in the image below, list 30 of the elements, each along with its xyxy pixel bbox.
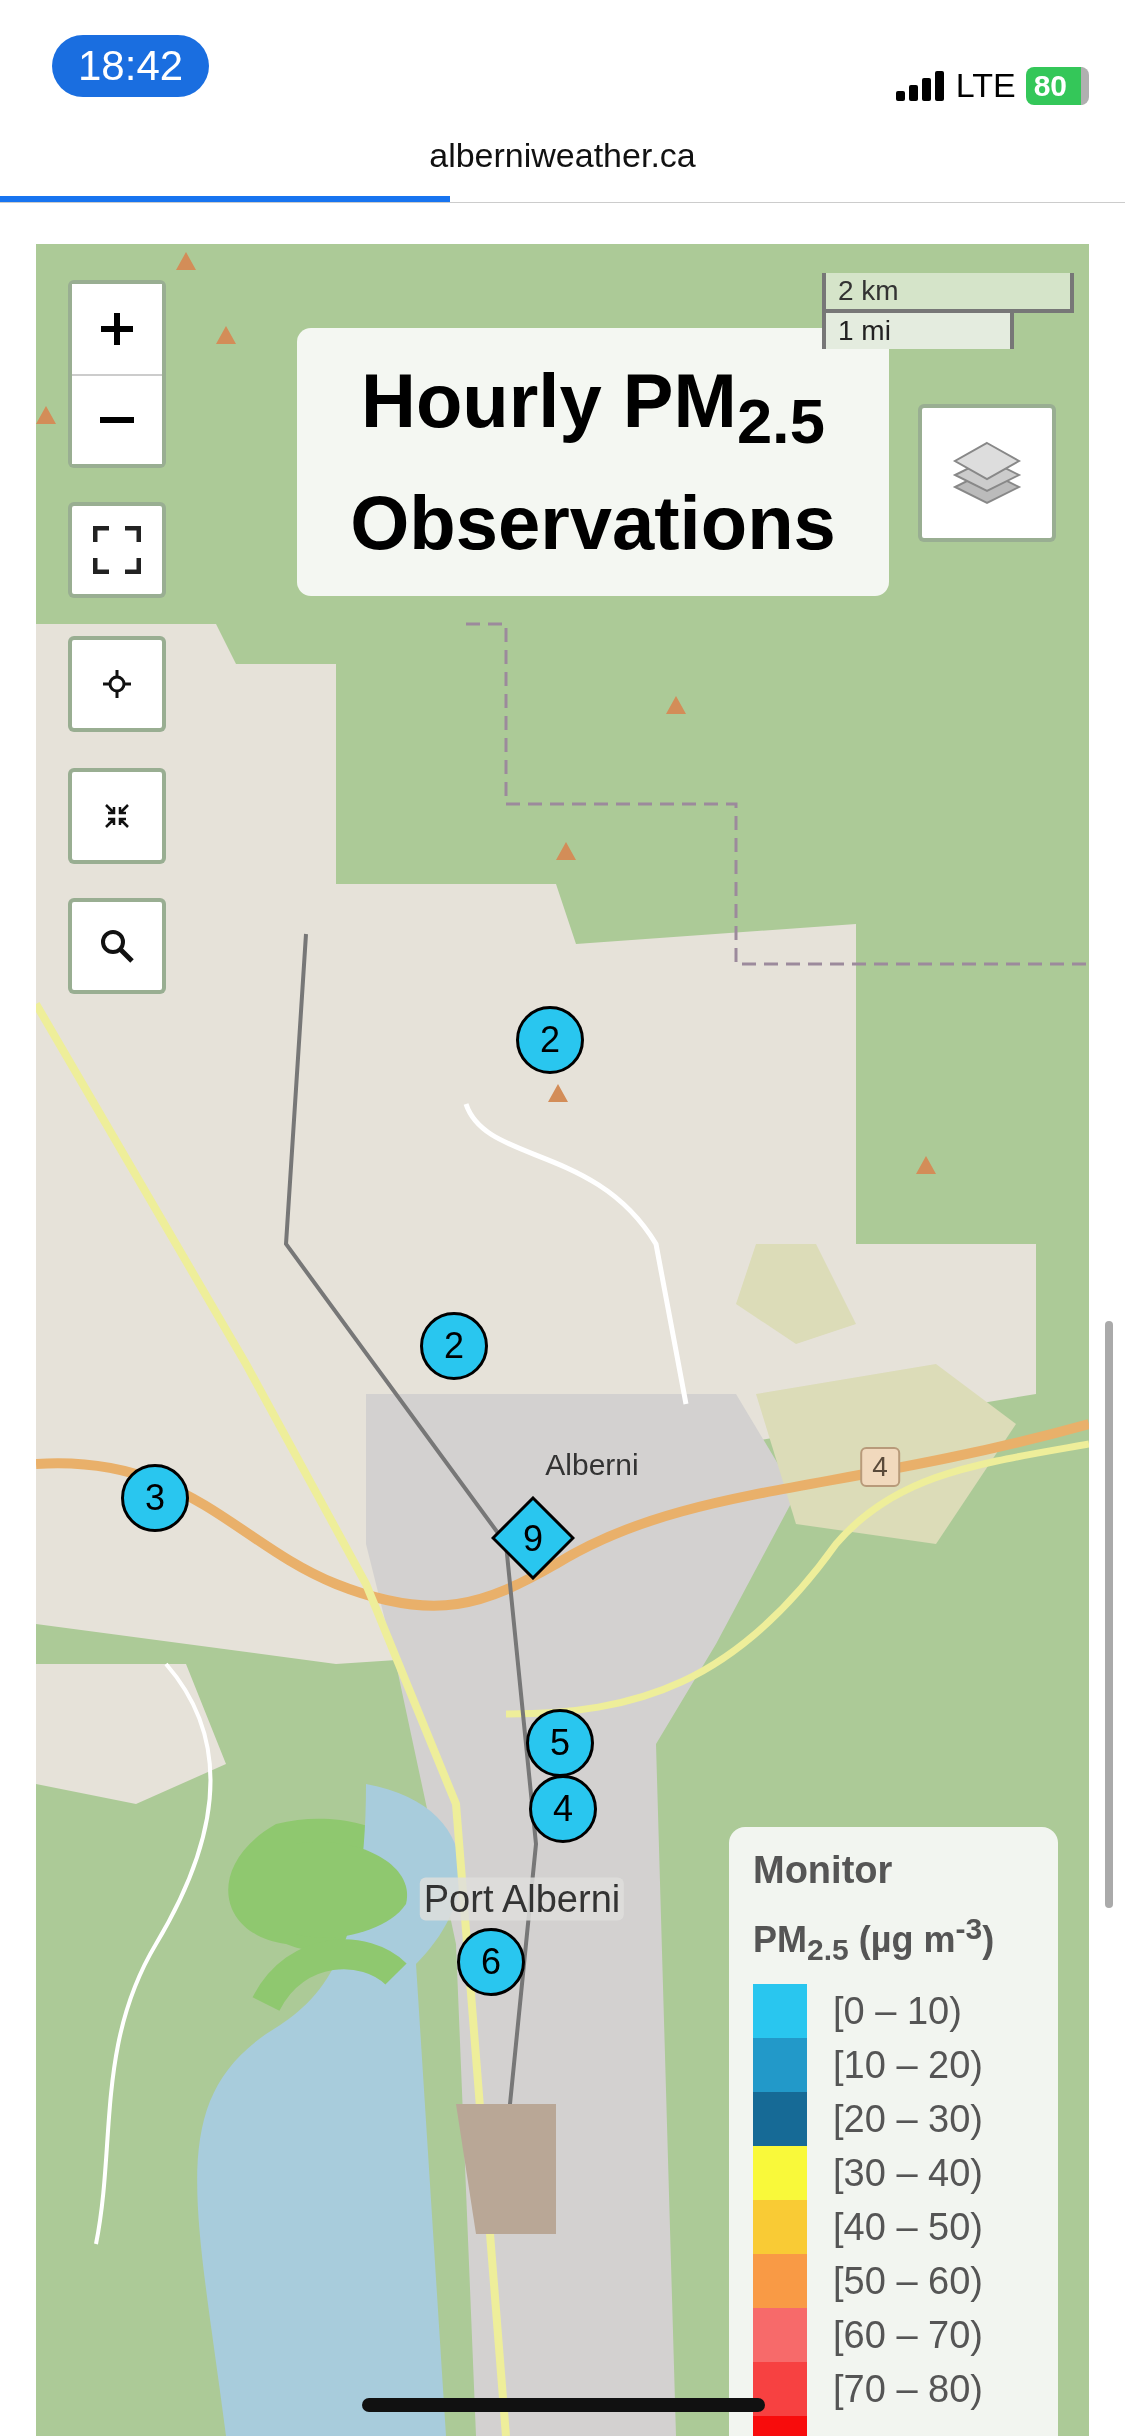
network-label: LTE xyxy=(955,66,1016,105)
crosshair-icon xyxy=(103,670,131,698)
legend-label: [70 – 80) xyxy=(833,2367,983,2411)
zoom-out-button[interactable] xyxy=(72,374,162,464)
fullscreen-icon xyxy=(93,526,141,574)
status-time: 18:42 xyxy=(52,35,210,97)
locate-button[interactable] xyxy=(68,636,166,732)
town-label: Port Alberni xyxy=(419,1877,625,1921)
town-label: Alberni xyxy=(545,1448,639,1482)
minus-icon xyxy=(100,417,134,423)
legend-label: [0 – 10) xyxy=(833,1989,962,2033)
signal-icon xyxy=(895,70,946,101)
legend-label: [40 – 50) xyxy=(833,2205,983,2249)
collapse-button[interactable] xyxy=(68,768,166,864)
legend-label: [30 – 40) xyxy=(833,2151,983,2195)
legend-unit: PM$_{2.5}$ (µg m$^{-3}$) xyxy=(753,1911,996,1969)
highway-shield: 4 xyxy=(860,1447,900,1487)
legend-label: [10 – 20) xyxy=(833,2043,983,2087)
monitor-marker[interactable]: 9 xyxy=(491,1496,575,1580)
legend-label: [20 – 30) xyxy=(833,2097,983,2141)
search-icon xyxy=(100,929,134,963)
layers-button[interactable] xyxy=(918,404,1056,542)
legend-label: [50 – 60) xyxy=(833,2259,983,2303)
collapse-arrows-icon xyxy=(104,803,130,829)
battery-level: 80 xyxy=(1025,66,1089,105)
legend-label: [60 – 70) xyxy=(833,2313,983,2357)
search-button[interactable] xyxy=(68,898,166,994)
legend-title: Monitor xyxy=(753,1848,894,1893)
url-text[interactable]: alberniweather.ca xyxy=(429,136,696,176)
fullscreen-button[interactable] xyxy=(68,502,166,598)
